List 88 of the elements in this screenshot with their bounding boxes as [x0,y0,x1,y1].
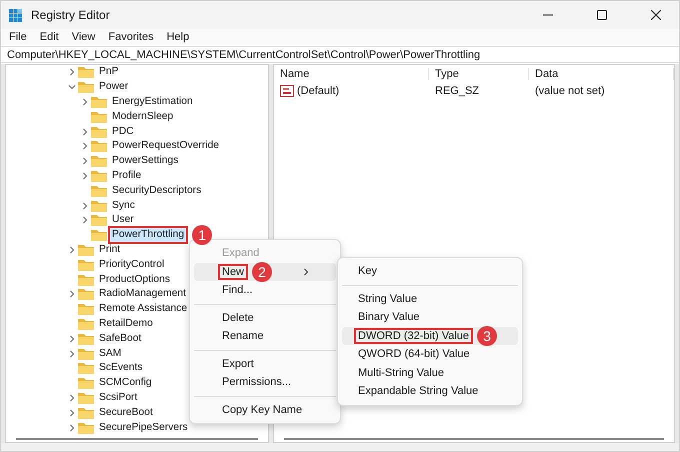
tree-item[interactable]: SCMConfig [97,376,154,390]
table-cell-text: REG_SZ [434,85,480,97]
tree-item[interactable]: User [110,213,136,228]
folder-icon [78,406,94,419]
tree-item[interactable]: SecureBoot [97,406,155,420]
folder-icon [91,200,107,212]
folder-icon [91,126,107,138]
tree-item[interactable]: RetailDemo [97,316,155,331]
step-badge: 3 [477,326,498,346]
column-header[interactable]: Type [429,68,529,80]
folder-icon [78,377,94,390]
tree-item[interactable]: Profile [110,168,144,183]
folder-icon [78,318,94,330]
chevron-right-icon[interactable] [68,68,76,76]
menu-item[interactable]: Find... [194,281,336,300]
menu-bar-item[interactable]: Favorites [108,31,154,43]
menu-item[interactable]: Export [194,354,336,373]
step-badge: 2 [252,262,272,282]
tree-item[interactable]: ScsiPort [97,390,140,405]
menu-item[interactable]: Rename [194,327,336,346]
chevron-down-icon[interactable] [68,83,76,92]
tree-item[interactable]: SecurePipeServers [97,420,190,435]
address-bar[interactable]: Computer\HKEY_LOCAL_MACHINE\SYSTEM\CurrentControlSet\Control\Power\PowerThrottling [1,46,679,63]
column-header[interactable]: Name [274,68,429,80]
close-icon[interactable] [651,10,661,20]
step-badge: 1 [192,225,212,246]
tree-item[interactable]: ModernSleep [110,110,176,124]
folder-icon [91,214,107,226]
tree-item[interactable]: PDC [110,124,136,139]
tree-item[interactable]: PowerSettings [110,154,180,168]
tree-item[interactable]: Power [97,80,130,94]
folder-icon [78,362,94,374]
folder-icon [78,66,94,78]
menu-bar-item[interactable]: Help [166,31,190,43]
folder-icon [91,229,107,242]
folder-icon [91,184,107,197]
folder-icon [78,422,94,434]
menu-item[interactable]: String Value [342,290,518,308]
string-value-icon [280,85,294,97]
menu-item[interactable]: DWORD (32-bit) Value 3 [342,326,518,345]
tree-item[interactable]: Print [97,242,122,257]
tree-item[interactable]: Sync [110,198,137,213]
chevron-right-icon[interactable] [81,98,89,106]
tree-item[interactable]: ProductOptions [97,272,172,287]
menu-bar-item[interactable]: Edit [40,31,59,43]
folder-icon [78,274,94,286]
folder-icon [91,155,107,168]
menu-bar-item[interactable]: View [72,31,96,43]
column-header[interactable]: Data [529,68,674,80]
maximize-icon[interactable] [597,10,607,20]
folder-icon [91,140,107,152]
registry-icon [9,8,23,22]
folder-icon [91,96,107,108]
menu-item[interactable]: Delete [194,308,336,327]
folder-icon [78,348,94,360]
chevron-right-icon[interactable] [68,246,76,254]
folder-icon [78,81,94,94]
menu-item[interactable]: Copy Key Name [194,400,336,419]
menu-item[interactable]: Binary Value [342,308,518,326]
folder-icon [78,303,94,316]
folder-icon [78,392,94,404]
tree-item[interactable]: PnP [97,65,120,80]
tree-item[interactable]: SAM [97,346,124,361]
tree-item[interactable]: ScEvents [97,361,144,376]
folder-icon [91,170,107,182]
menu-item[interactable]: Key [342,262,518,280]
menu-item[interactable]: Expandable String Value [342,382,518,400]
folder-icon [78,288,94,300]
table-cell: (Default) [297,85,340,97]
menu-item[interactable]: Permissions... [194,373,336,392]
menu-item[interactable]: New 2 [194,262,336,281]
tree-item[interactable]: PriorityControl [97,258,166,272]
menu-item[interactable]: QWORD (64-bit) Value [342,345,518,364]
tree-item[interactable]: SafeBoot [97,332,144,346]
tree-item[interactable]: RadioManagement [97,287,188,302]
tree-item[interactable]: SecurityDescriptors [110,184,204,198]
folder-icon [78,258,94,271]
folder-icon [78,332,94,345]
folder-icon [78,244,94,256]
table-cell-text: (value not set) [534,85,606,97]
chevron-right-icon[interactable] [68,290,76,298]
folder-icon [91,110,107,123]
menu-item[interactable]: Multi-String Value [342,364,518,382]
tree-item[interactable]: PowerRequestOverride [110,139,222,154]
tree-item[interactable]: Remote Assistance [97,302,190,316]
menu-bar-item[interactable]: File [9,31,27,43]
window-title: Registry Editor [31,8,111,22]
tree-item[interactable]: EnergyEstimation [110,94,195,109]
